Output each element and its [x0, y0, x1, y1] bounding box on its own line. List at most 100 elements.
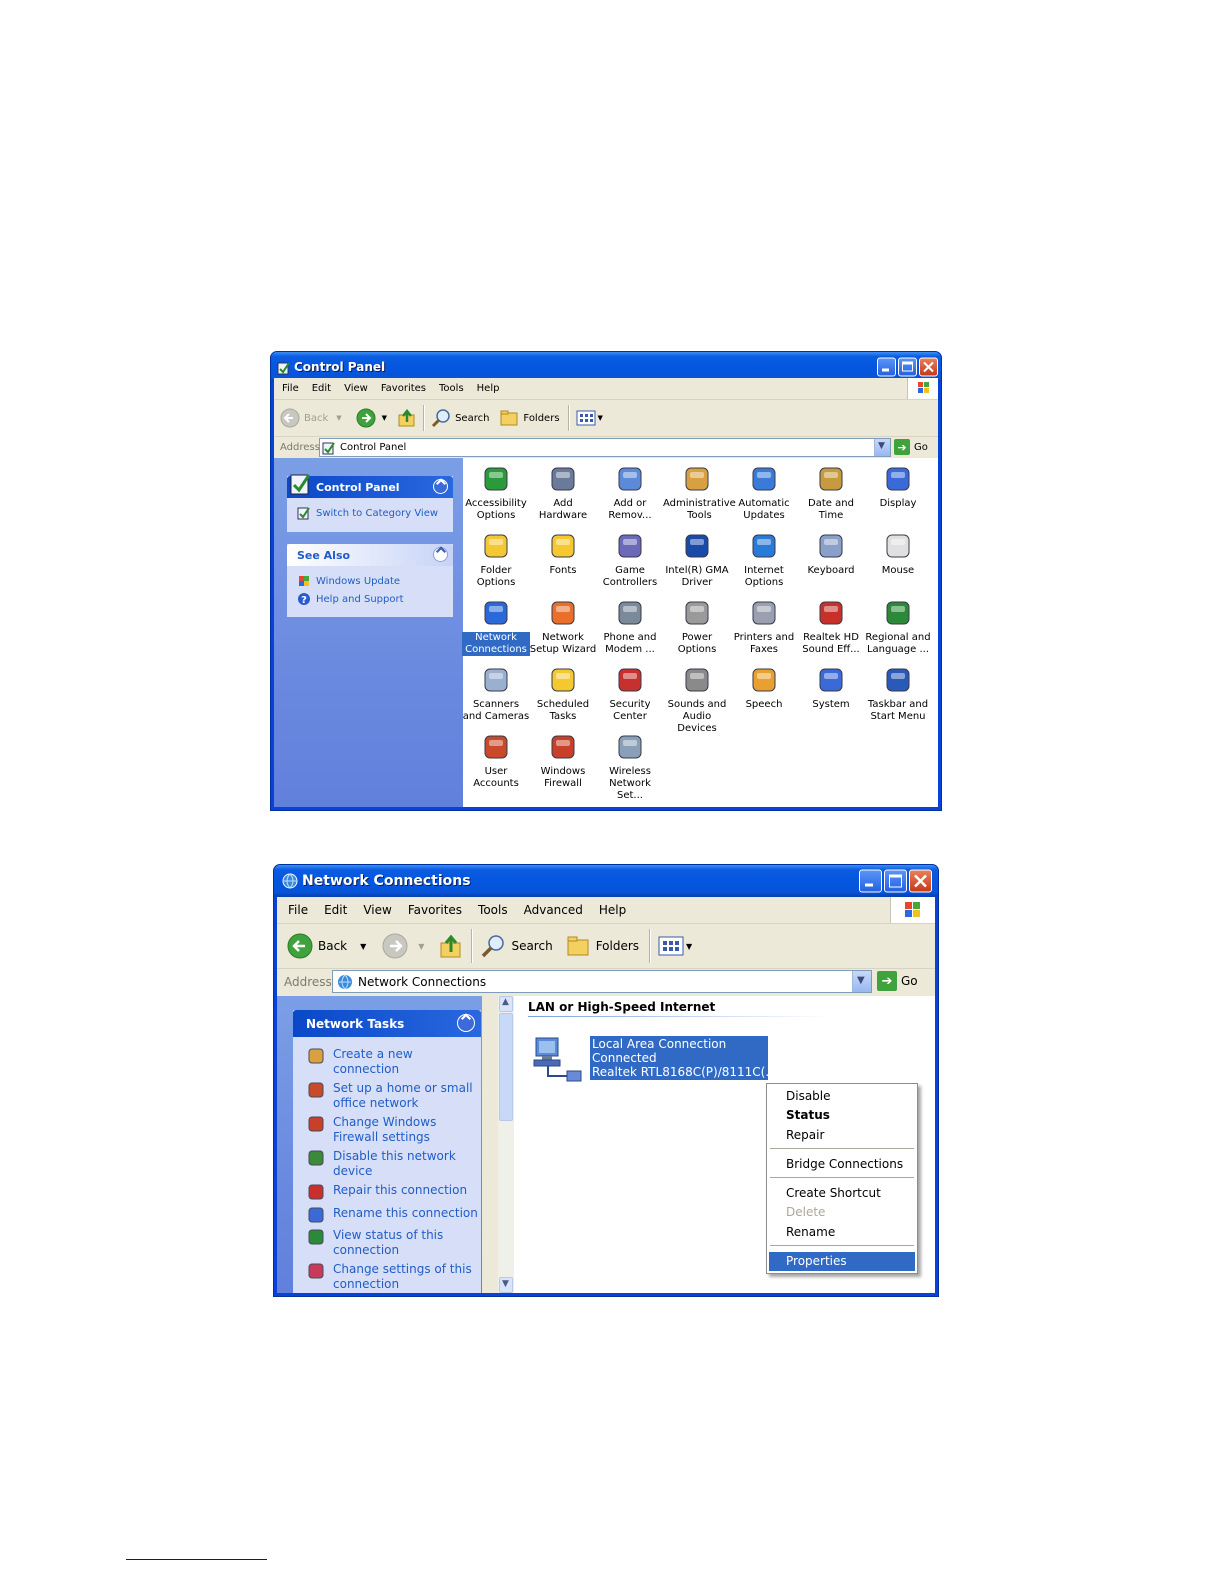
address-dropdown-button[interactable]: ▼: [852, 971, 871, 992]
cp-item[interactable]: Windows Firewall: [529, 732, 597, 790]
cp-item[interactable]: Regional and Language ...: [864, 598, 932, 656]
collapse-chevron-icon[interactable]: [433, 479, 448, 494]
cp-item[interactable]: Add Hardware: [529, 464, 597, 522]
context-menu-item[interactable]: Properties: [769, 1252, 915, 1271]
menu-help[interactable]: Help: [477, 383, 500, 394]
cp-item[interactable]: Administrative Tools: [663, 464, 736, 522]
network-task-link[interactable]: Change Windows Firewall settings: [307, 1115, 436, 1145]
network-tasks-header[interactable]: Network Tasks: [293, 1010, 481, 1037]
maximize-button[interactable]: [898, 357, 917, 377]
switch-category-view-link[interactable]: Switch to Category View: [297, 506, 438, 520]
cp-item[interactable]: Taskbar and Start Menu: [864, 665, 932, 723]
scroll-up-button[interactable]: ▲: [499, 996, 513, 1012]
cp-item[interactable]: Automatic Updates: [730, 464, 798, 522]
go-button[interactable]: ➔ Go: [877, 971, 918, 991]
network-task-link[interactable]: Rename this connection: [307, 1206, 478, 1223]
forward-button[interactable]: ▼: [382, 933, 424, 959]
forward-button[interactable]: ▼: [356, 408, 387, 428]
cp-item[interactable]: Accessibility Options: [462, 464, 530, 522]
minimize-button[interactable]: [859, 869, 882, 893]
scroll-thumb[interactable]: [499, 1013, 513, 1121]
minimize-button[interactable]: [877, 357, 896, 377]
cp-item[interactable]: Add or Remov...: [596, 464, 664, 522]
windows-update-link[interactable]: Windows Update: [297, 574, 400, 588]
cp-item[interactable]: Sounds and Audio Devices: [663, 665, 731, 735]
up-folder-button[interactable]: [438, 933, 464, 959]
context-menu-item[interactable]: Disable: [769, 1087, 915, 1106]
context-menu-item[interactable]: Bridge Connections: [769, 1155, 915, 1174]
cp-item[interactable]: Display: [864, 464, 932, 510]
scroll-down-button[interactable]: ▼: [499, 1277, 513, 1293]
cp-item[interactable]: Mouse: [864, 531, 932, 577]
cp-item[interactable]: Printers and Faxes: [730, 598, 798, 656]
cp-item[interactable]: Date and Time: [797, 464, 865, 522]
address-dropdown-button[interactable]: ▼: [874, 439, 890, 456]
context-menu-item[interactable]: Repair: [769, 1126, 915, 1145]
cp-item[interactable]: Game Controllers: [596, 531, 664, 589]
see-also-header[interactable]: See Also: [287, 544, 453, 566]
close-button[interactable]: [919, 357, 938, 377]
menu-favorites[interactable]: Favorites: [408, 903, 462, 917]
control-panel-task-header[interactable]: Control Panel: [287, 474, 453, 498]
network-task-link[interactable]: Disable this network device: [307, 1149, 456, 1179]
menu-file[interactable]: File: [282, 383, 299, 394]
menu-file[interactable]: File: [288, 903, 308, 917]
help-support-link[interactable]: ? Help and Support: [297, 592, 404, 606]
menu-favorites[interactable]: Favorites: [381, 383, 426, 394]
menu-tools[interactable]: Tools: [439, 383, 464, 394]
context-menu-item[interactable]: Rename: [769, 1223, 915, 1242]
address-field[interactable]: Control Panel ▼: [319, 438, 891, 457]
cp-item[interactable]: Keyboard: [797, 531, 865, 577]
menu-edit[interactable]: Edit: [312, 383, 331, 394]
views-button[interactable]: ▼: [658, 933, 692, 959]
cp-item[interactable]: Fonts: [529, 531, 597, 577]
cp-item-label: Security Center: [609, 699, 651, 722]
menu-advanced[interactable]: Advanced: [524, 903, 583, 917]
back-button[interactable]: Back ▼: [280, 408, 342, 428]
network-task-link[interactable]: Set up a home or small office network: [307, 1081, 473, 1111]
go-button[interactable]: ➔ Go: [894, 439, 928, 455]
context-menu-item[interactable]: Status: [769, 1106, 915, 1125]
network-task-link[interactable]: Change settings of this connection: [307, 1262, 472, 1292]
up-folder-button[interactable]: [397, 408, 417, 428]
address-field[interactable]: Network Connections ▼: [332, 970, 872, 993]
network-task-link[interactable]: Create a new connection: [307, 1047, 413, 1077]
cp-item[interactable]: User Accounts: [462, 732, 530, 790]
folders-button[interactable]: Folders: [565, 933, 639, 959]
cp-item[interactable]: Security Center: [596, 665, 664, 723]
close-button[interactable]: [909, 869, 932, 893]
views-button[interactable]: ▼: [576, 408, 603, 428]
cp-item[interactable]: Power Options: [663, 598, 731, 656]
menu-tools[interactable]: Tools: [478, 903, 508, 917]
cp-item[interactable]: Realtek HD Sound Eff...: [797, 598, 865, 656]
maximize-button[interactable]: [884, 869, 907, 893]
cp-item[interactable]: Internet Options: [730, 531, 798, 589]
menu-view[interactable]: View: [344, 383, 368, 394]
search-button[interactable]: Search: [480, 933, 553, 959]
up-folder-icon: [397, 408, 417, 428]
cp-item[interactable]: Intel(R) GMA Driver: [663, 531, 731, 589]
menu-view[interactable]: View: [363, 903, 391, 917]
network-task-link[interactable]: Repair this connection: [307, 1183, 467, 1200]
collapse-chevron-icon[interactable]: [457, 1014, 475, 1032]
search-button[interactable]: Search: [431, 408, 489, 428]
cp-item[interactable]: Network Connections: [462, 598, 530, 656]
menu-help[interactable]: Help: [599, 903, 626, 917]
back-button[interactable]: Back ▼: [287, 933, 366, 959]
cp-item[interactable]: Network Setup Wizard: [529, 598, 597, 656]
cp-item[interactable]: Speech: [730, 665, 798, 711]
network-connections-titlebar[interactable]: Network Connections: [274, 865, 938, 897]
local-area-connection-item[interactable]: Local Area Connection Connected Realtek …: [532, 1036, 792, 1086]
cp-item[interactable]: System: [797, 665, 865, 711]
folders-button[interactable]: Folders: [499, 408, 560, 428]
cp-item[interactable]: Folder Options: [462, 531, 530, 589]
context-menu-item[interactable]: Create Shortcut: [769, 1184, 915, 1203]
cp-item[interactable]: Scheduled Tasks: [529, 665, 597, 723]
collapse-chevron-icon[interactable]: [433, 547, 448, 562]
task-pane-scrollbar[interactable]: ▲ ▼: [498, 996, 514, 1293]
menu-edit[interactable]: Edit: [324, 903, 347, 917]
cp-item[interactable]: Phone and Modem ...: [596, 598, 664, 656]
cp-item[interactable]: Scanners and Cameras: [462, 665, 530, 723]
cp-item[interactable]: Wireless Network Set...: [596, 732, 664, 802]
network-task-link[interactable]: View status of this connection: [307, 1228, 443, 1258]
